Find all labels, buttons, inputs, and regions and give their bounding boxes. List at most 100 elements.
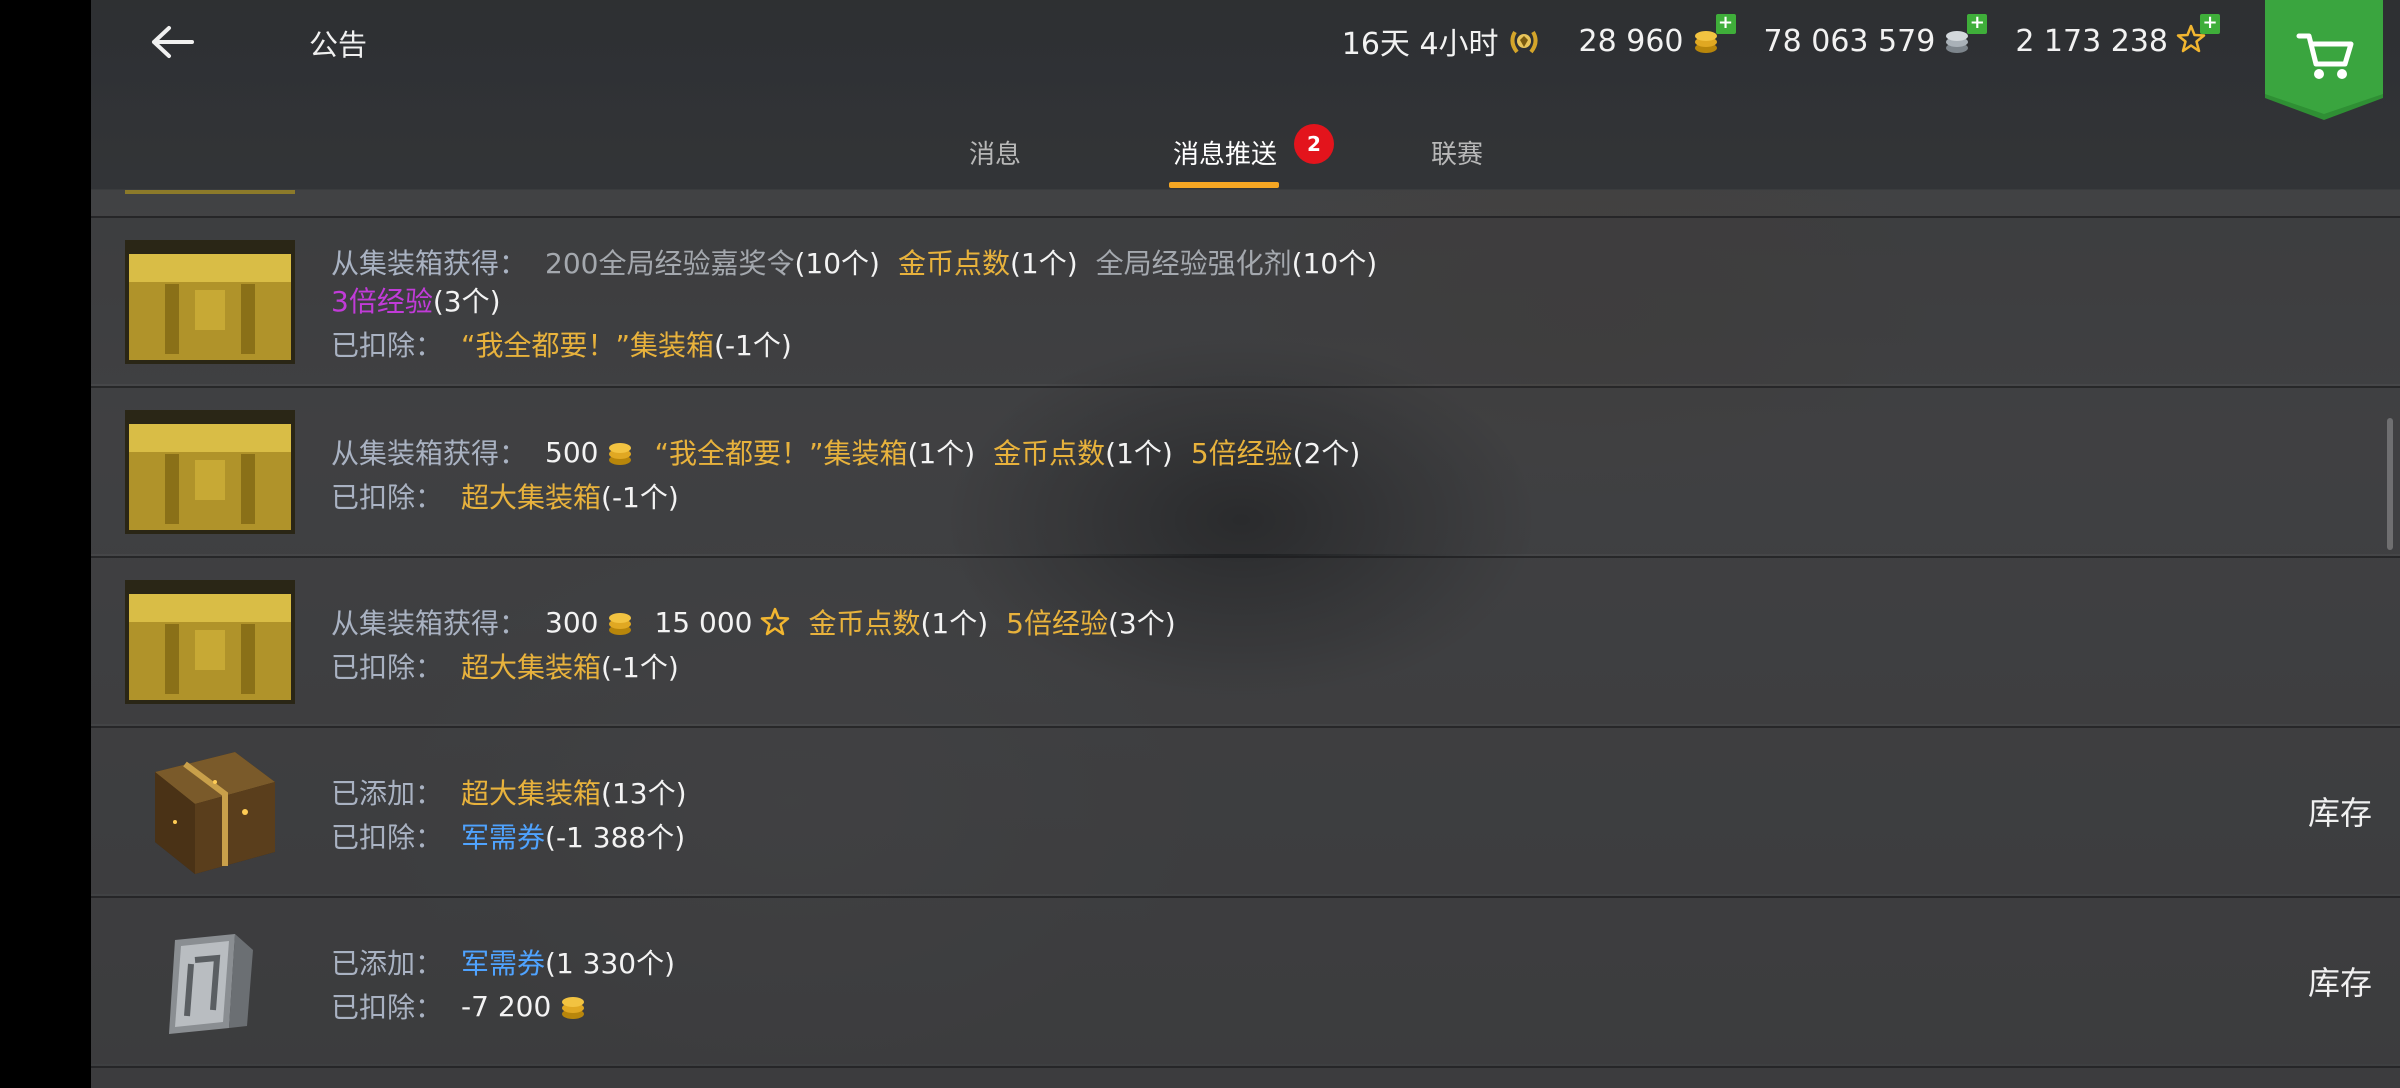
deducted-line: 已扣除： 军需券 (-1 388个)	[331, 816, 685, 856]
inventory-button[interactable]: 库存	[2308, 958, 2372, 1004]
reward-name: “我全都要！”集装箱	[654, 437, 908, 470]
gold-coins-icon	[609, 613, 632, 635]
big-container-icon	[125, 750, 295, 874]
gold-coins-icon: +	[1692, 14, 1736, 58]
deducted-label: 已扣除：	[331, 821, 444, 854]
added-line: 已添加： 超大集装箱 (13个)	[331, 772, 687, 812]
gold-amount: 300	[545, 605, 599, 639]
obtained-line: 从集装箱获得： 300 15 000 金币点数 (1个) 5倍经验 (3个)	[331, 602, 1176, 642]
obtained-line-continued: 3倍经验 (3个)	[331, 280, 501, 320]
deducted-item: “我全都要！”集装箱	[461, 329, 715, 362]
list-item: 已添加： 军需券 (1 330个) 已扣除： -7 200 库存	[91, 896, 2400, 1064]
reward-count: (10个)	[794, 247, 880, 280]
obtained-label: 从集装箱获得：	[331, 607, 528, 640]
deducted-item: 超大集装箱	[461, 651, 602, 684]
deducted-line: 已扣除： 超大集装箱 (-1个)	[331, 476, 679, 516]
obtained-label: 从集装箱获得：	[331, 437, 528, 470]
premium-time[interactable]: 16天 4小时	[1342, 19, 1541, 63]
added-count: (1 330个)	[545, 947, 676, 980]
reward-count: (1个)	[1105, 437, 1173, 470]
reward-count: (1个)	[1009, 247, 1078, 280]
reward-name: 金币点数	[993, 437, 1106, 470]
reward-name: 金币点数	[897, 247, 1010, 280]
page-title: 公告	[309, 28, 368, 62]
deducted-line: 已扣除： 超大集装箱 (-1个)	[331, 646, 679, 686]
star-icon: +	[2176, 14, 2220, 58]
reward-count: (10个)	[1291, 247, 1378, 280]
inventory-button[interactable]: 库存	[2308, 788, 2372, 834]
deducted-line: 已扣除： “我全都要！”集装箱 (-1个)	[331, 324, 792, 364]
active-tab-indicator	[1169, 182, 1279, 188]
deducted-count: (-1个)	[601, 651, 679, 684]
previous-item-edge	[125, 190, 295, 194]
gold-coins-icon	[609, 443, 632, 465]
top-bar: 公告 16天 4小时 28 960 + 78 063 579 + 2 173 2…	[91, 0, 2400, 190]
gold-coins-icon	[562, 997, 585, 1019]
premium-laurel-icon	[1507, 24, 1541, 58]
reward-count: (1个)	[907, 437, 976, 470]
obtained-label: 从集装箱获得：	[331, 247, 528, 280]
tab-push-messages[interactable]: 消息推送	[1173, 134, 1277, 171]
add-credits-button[interactable]: +	[1967, 14, 1988, 34]
arrow-left-icon	[152, 26, 194, 58]
obtained-line: 从集装箱获得： 200全局经验嘉奖令 (10个) 金币点数 (1个) 全局经验强…	[331, 242, 1377, 282]
added-label: 已添加：	[331, 947, 444, 980]
reward-name: 3倍经验	[331, 285, 433, 318]
list-item: 从集装箱获得： 500 “我全都要！”集装箱 (1个) 金币点数 (1个) 5倍…	[91, 386, 2400, 554]
currency-bar: 16天 4小时 28 960 + 78 063 579 + 2 173 238 …	[1342, 14, 2220, 64]
obtained-line: 从集装箱获得： 500 “我全都要！”集装箱 (1个) 金币点数 (1个) 5倍…	[331, 432, 1360, 472]
left-screen-bezel	[0, 0, 91, 1088]
gold-amount: -7 200	[461, 989, 552, 1023]
gold-container-icon	[125, 410, 295, 534]
free-xp-balance-value: 2 173 238	[2015, 23, 2168, 59]
deducted-count: (-1个)	[601, 481, 679, 514]
reward-name: 200全局经验嘉奖令	[545, 247, 795, 280]
tab-messages[interactable]: 消息	[969, 134, 1021, 171]
credits-balance-value: 78 063 579	[1763, 23, 1936, 59]
app-window: 公告 16天 4小时 28 960 + 78 063 579 + 2 173 2…	[91, 0, 2400, 1088]
shop-button[interactable]	[2265, 0, 2383, 120]
reward-name: 全局经验强化剂	[1095, 247, 1292, 280]
deducted-label: 已扣除：	[331, 481, 444, 514]
tab-league[interactable]: 联赛	[1431, 134, 1483, 171]
gold-container-icon	[125, 580, 295, 704]
credits-balance[interactable]: 78 063 579 +	[1763, 14, 1988, 59]
notification-badge: 2	[1294, 124, 1334, 164]
reward-name: 金币点数	[808, 607, 921, 640]
message-list[interactable]: 从集装箱获得： 200全局经验嘉奖令 (10个) 金币点数 (1个) 全局经验强…	[91, 190, 2400, 1088]
added-line: 已添加： 军需券 (1 330个)	[331, 942, 675, 982]
deducted-label: 已扣除：	[331, 651, 444, 684]
reward-count: (3个)	[432, 285, 501, 318]
deducted-count: (-1 388个)	[545, 821, 686, 854]
reward-count: (3个)	[1107, 607, 1176, 640]
added-item: 军需券	[461, 947, 546, 980]
list-item: 从集装箱获得： 200全局经验嘉奖令 (10个) 金币点数 (1个) 全局经验强…	[91, 216, 2400, 384]
add-gold-button[interactable]: +	[1715, 14, 1736, 34]
deducted-item: 军需券	[461, 821, 546, 854]
star-icon	[761, 607, 790, 636]
reward-count: (1个)	[920, 607, 989, 640]
deducted-item: 超大集装箱	[461, 481, 602, 514]
list-item: 已添加： 超大集装箱 (13个) 已扣除： 军需券 (-1 388个) 库存	[91, 726, 2400, 894]
silver-coins-icon: +	[1943, 14, 1988, 58]
free-xp-amount: 15 000	[654, 605, 753, 639]
list-item: 从集装箱获得： 300 15 000 金币点数 (1个) 5倍经验 (3个) 已…	[91, 556, 2400, 724]
added-item: 超大集装箱	[461, 777, 602, 810]
deducted-label: 已扣除：	[331, 991, 444, 1024]
reward-name: 5倍经验	[1190, 437, 1293, 470]
back-button[interactable]	[141, 18, 203, 66]
free-xp-balance[interactable]: 2 173 238 +	[2015, 14, 2220, 59]
premium-time-value: 16天 4小时	[1341, 27, 1499, 62]
added-count: (13个)	[601, 777, 687, 810]
reward-count: (2个)	[1292, 437, 1361, 470]
gold-amount: 500	[545, 435, 599, 469]
gold-balance[interactable]: 28 960 +	[1578, 14, 1736, 59]
reward-name: 5倍经验	[1006, 607, 1108, 640]
scrollbar[interactable]	[2387, 418, 2393, 550]
deducted-label: 已扣除：	[331, 329, 444, 362]
gold-balance-value: 28 960	[1578, 23, 1684, 59]
deducted-line: 已扣除： -7 200	[331, 986, 589, 1026]
gold-container-icon	[125, 240, 295, 364]
deducted-count: (-1个)	[714, 329, 792, 362]
add-free-xp-button[interactable]: +	[2200, 14, 2220, 34]
